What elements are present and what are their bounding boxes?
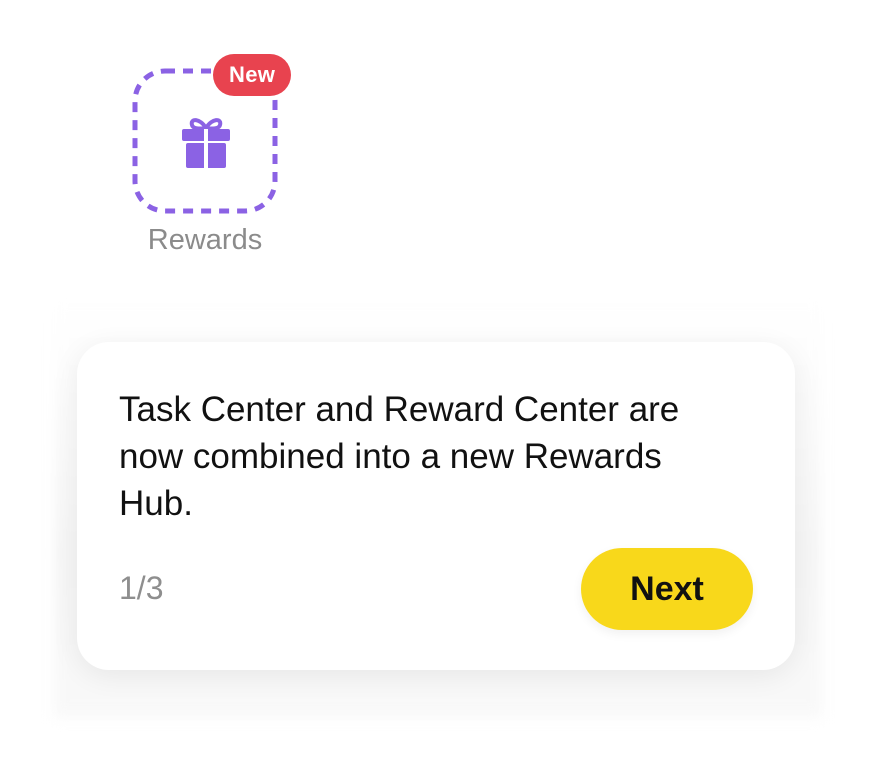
step-counter: 1/3 <box>119 570 164 606</box>
gift-icon <box>182 118 230 168</box>
tooltip-card: Task Center and Reward Center are now co… <box>77 342 795 670</box>
next-button[interactable]: Next <box>581 548 753 630</box>
new-badge: New <box>213 54 292 96</box>
onboarding-screen: New Rewards Task Center and Reward Cente… <box>0 0 877 773</box>
rewards-label: Rewards <box>147 224 263 256</box>
tooltip-message: Task Center and Reward Center are now co… <box>119 390 680 523</box>
